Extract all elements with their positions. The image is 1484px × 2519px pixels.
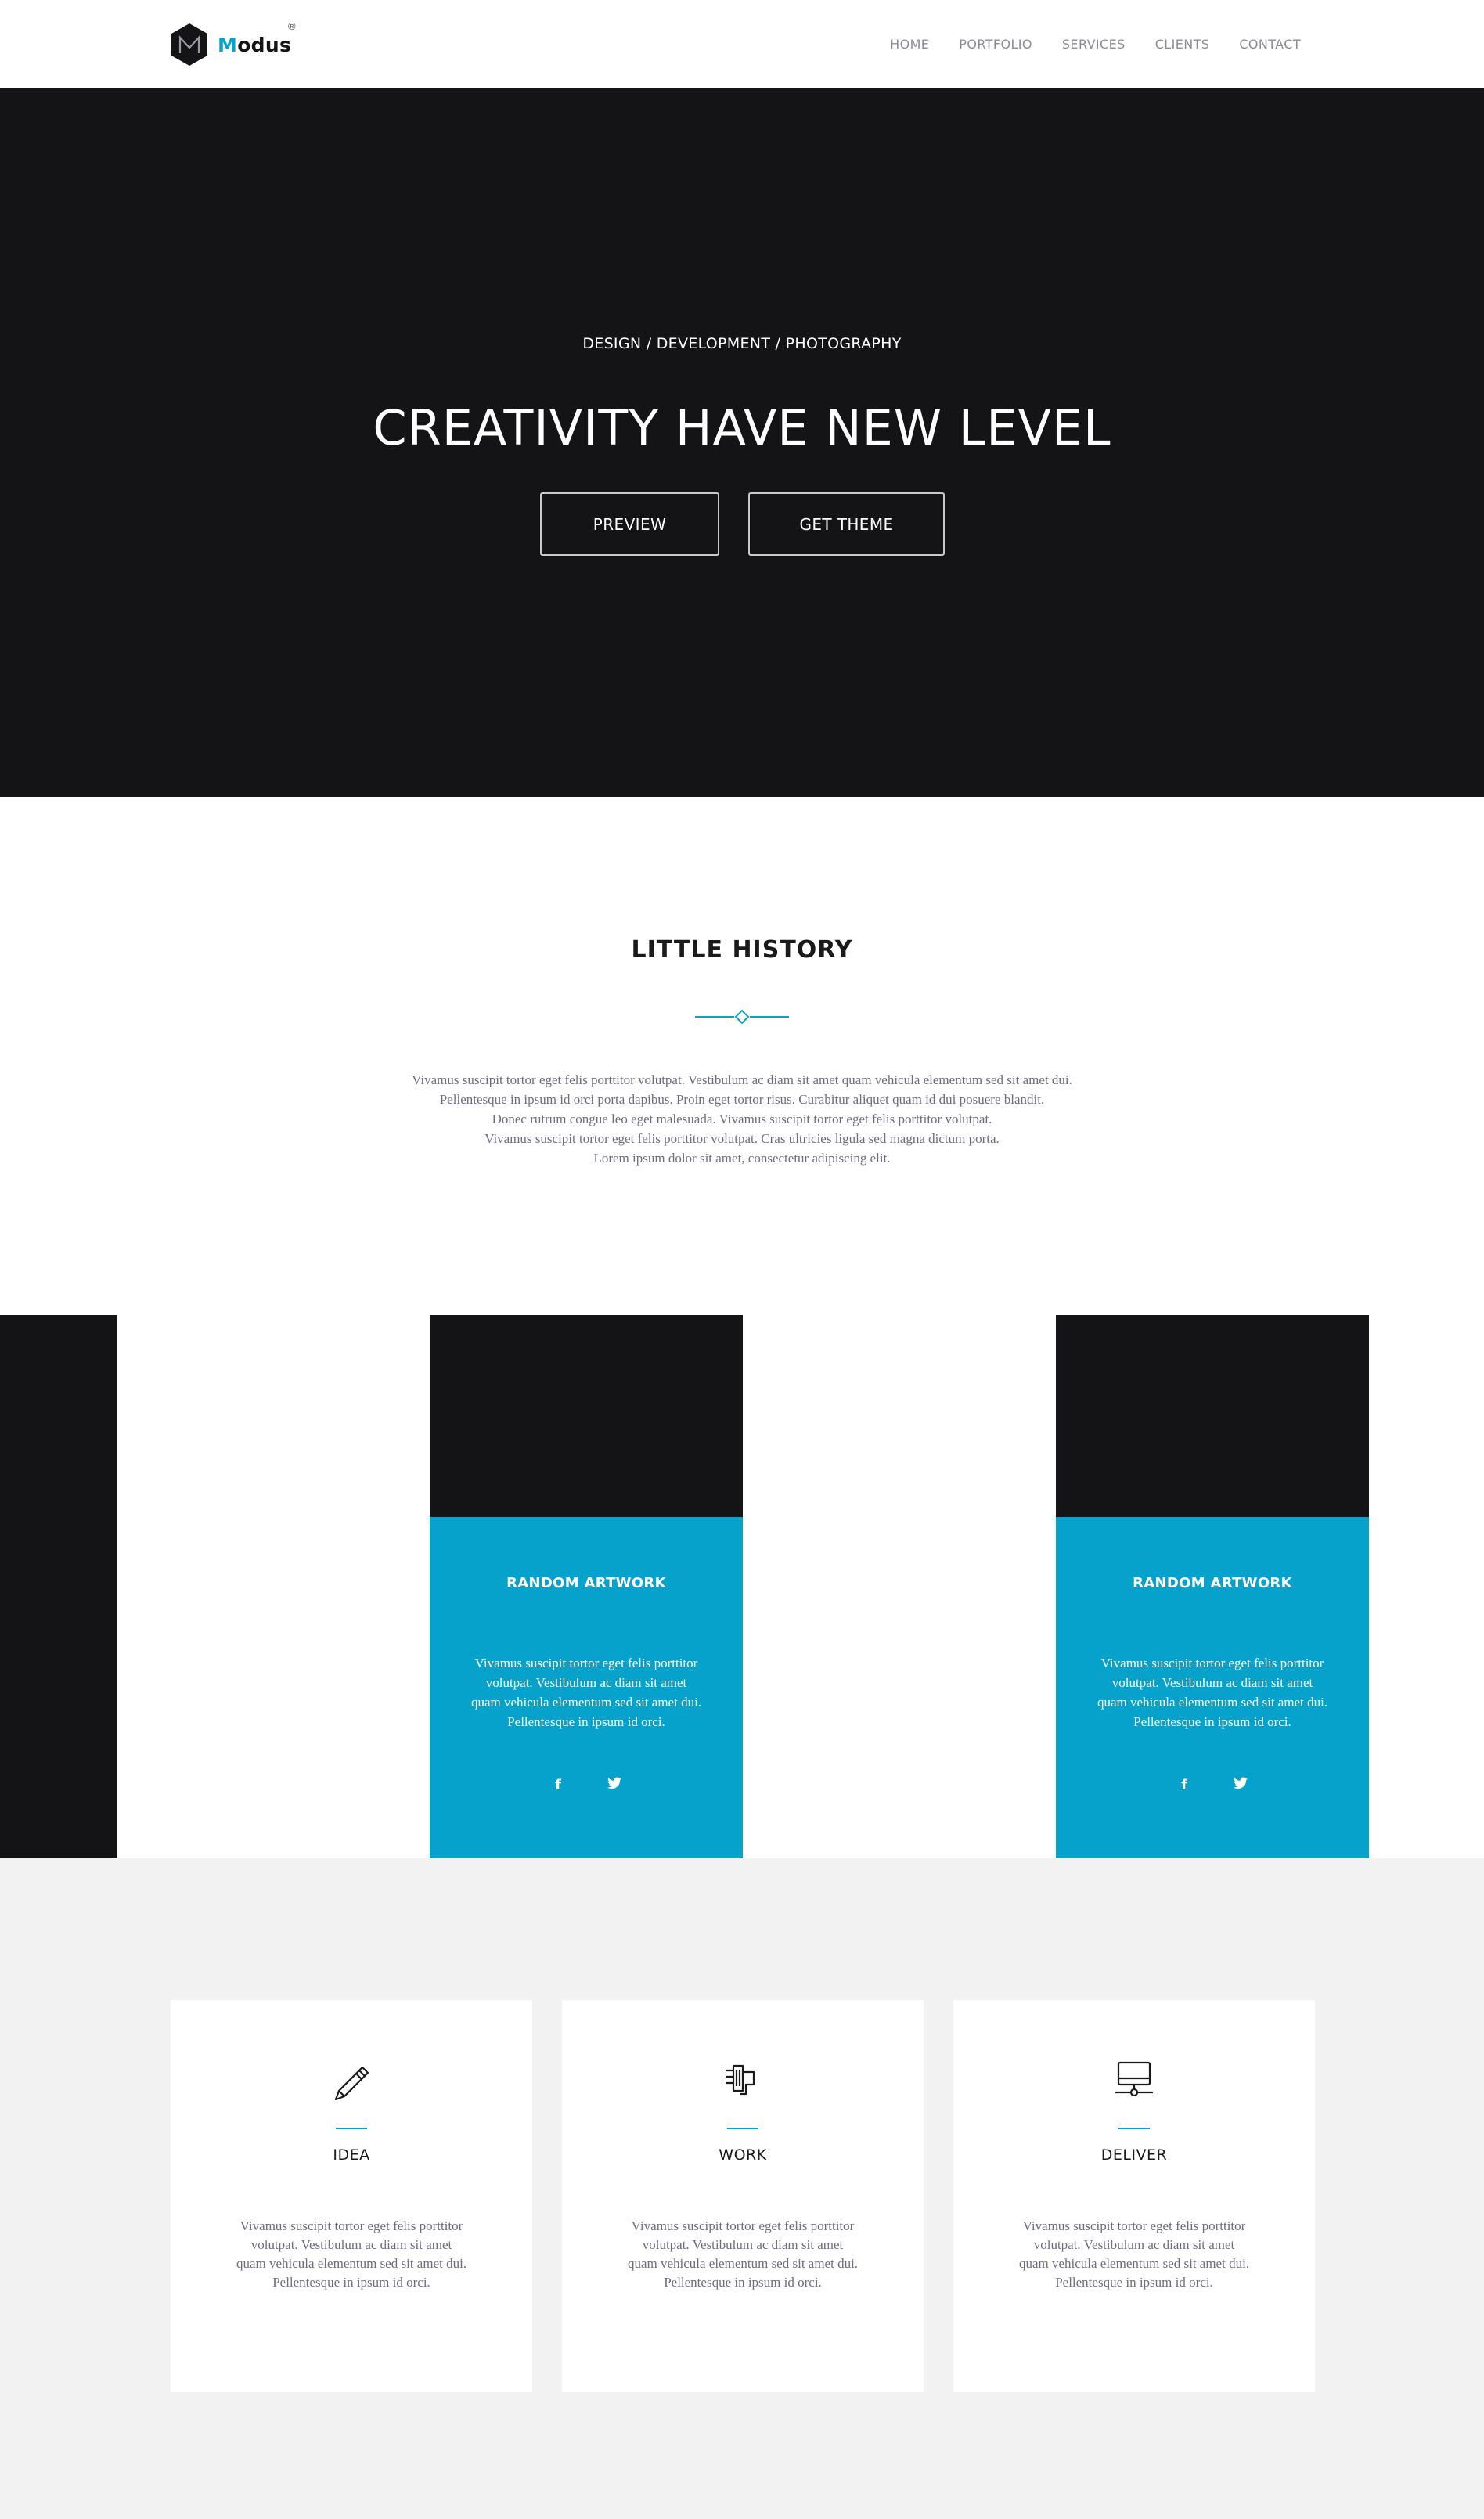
service-text-line: Pellentesque in ipsum id orci.: [272, 2275, 430, 2290]
nav-portfolio[interactable]: PORTFOLIO: [959, 37, 1032, 52]
history-line: Lorem ipsum dolor sit amet, consectetur …: [593, 1151, 891, 1166]
history-title: LITTLE HISTORY: [631, 936, 853, 964]
hero-section: DESIGN / DEVELOPMENT / PHOTOGRAPHY CREAT…: [0, 88, 1484, 797]
get-theme-button[interactable]: GET THEME: [748, 492, 945, 556]
diamond-divider-icon: [695, 1009, 789, 1025]
history-paragraph: Vivamus suscipit tortor eget felis portt…: [351, 1070, 1133, 1168]
card-text-line: quam vehicula elementum sed sit amet dui…: [470, 1695, 702, 1710]
service-card-idea: IDEA Vivamus suscipit tortor eget felis …: [171, 2000, 532, 2392]
hero-subtitle: DESIGN / DEVELOPMENT / PHOTOGRAPHY: [582, 335, 902, 352]
portfolio-image: [1056, 1315, 1369, 1517]
service-card-deliver: DELIVER Vivamus suscipit tortor eget fel…: [953, 2000, 1315, 2392]
service-title: DELIVER: [1100, 2146, 1168, 2164]
hero-title: CREATIVITY HAVE NEW LEVEL: [373, 399, 1111, 456]
service-text-line: quam vehicula elementum sed sit amet dui…: [236, 2256, 467, 2271]
service-text-line: quam vehicula elementum sed sit amet dui…: [627, 2256, 859, 2271]
portfolio-card-title: RANDOM ARTWORK: [506, 1575, 666, 1591]
service-text: Vivamus suscipit tortor eget felis portt…: [218, 2217, 485, 2292]
portfolio-card[interactable]: RANDOM ARTWORK Vivamus suscipit tortor e…: [430, 1315, 743, 1858]
brand-logo[interactable]: Modus ®: [169, 20, 296, 67]
service-text-line: volutpat. Vestibulum ac diam sit amet: [1033, 2237, 1235, 2252]
service-title: WORK: [719, 2146, 767, 2164]
card-text-line: Vivamus suscipit tortor eget felis portt…: [1100, 1656, 1324, 1670]
service-text-line: Pellentesque in ipsum id orci.: [1055, 2275, 1213, 2290]
accent-divider: [727, 2128, 758, 2129]
main-menu: HOME PORTFOLIO SERVICES CLIENTS CONTACT: [890, 0, 1301, 88]
brand-name: Modus: [218, 33, 292, 56]
portfolio-image: [430, 1315, 743, 1517]
service-text-line: Vivamus suscipit tortor eget felis portt…: [631, 2218, 855, 2233]
card-text-line: Vivamus suscipit tortor eget felis portt…: [474, 1656, 698, 1670]
service-text-line: quam vehicula elementum sed sit amet dui…: [1018, 2256, 1250, 2271]
portfolio-card-text: Vivamus suscipit tortor eget felis portt…: [453, 1653, 719, 1732]
portfolio-card[interactable]: RANDOM ARTWORK Vivamus suscipit tortor e…: [1056, 1315, 1369, 1858]
service-text-line: volutpat. Vestibulum ac diam sit amet: [250, 2237, 452, 2252]
card-text-line: Pellentesque in ipsum id orci.: [1133, 1714, 1291, 1729]
service-text-line: Vivamus suscipit tortor eget felis portt…: [240, 2218, 463, 2233]
monitor-network-icon: [1115, 2061, 1153, 2097]
nav-home[interactable]: HOME: [890, 37, 929, 52]
social-links: f: [430, 1777, 743, 1793]
service-text-line: Vivamus suscipit tortor eget felis portt…: [1022, 2218, 1246, 2233]
card-text-line: volutpat. Vestibulum ac diam sit amet: [485, 1675, 687, 1690]
portfolio-card-body: RANDOM ARTWORK Vivamus suscipit tortor e…: [1056, 1517, 1369, 1858]
facebook-icon[interactable]: f: [1176, 1777, 1192, 1793]
nav-services[interactable]: SERVICES: [1062, 37, 1126, 52]
hexagon-logo-icon: [171, 23, 207, 66]
facebook-icon[interactable]: f: [550, 1777, 566, 1793]
card-text-line: volutpat. Vestibulum ac diam sit amet: [1111, 1675, 1313, 1690]
card-text-line: Pellentesque in ipsum id orci.: [507, 1714, 665, 1729]
service-text: Vivamus suscipit tortor eget felis portt…: [1000, 2217, 1268, 2292]
portfolio-card-text: Vivamus suscipit tortor eget felis portt…: [1079, 1653, 1345, 1732]
portfolio-image-partial: [0, 1315, 117, 1858]
twitter-icon[interactable]: [1233, 1777, 1248, 1793]
history-line: Vivamus suscipit tortor eget felis portt…: [412, 1072, 1072, 1087]
portfolio-card-title: RANDOM ARTWORK: [1133, 1575, 1292, 1591]
service-text-line: Pellentesque in ipsum id orci.: [664, 2275, 822, 2290]
top-navbar: Modus ® HOME PORTFOLIO SERVICES CLIENTS …: [0, 0, 1484, 88]
card-text-line: quam vehicula elementum sed sit amet dui…: [1097, 1695, 1328, 1710]
history-line: Donec rutrum congue leo eget malesuada. …: [492, 1112, 992, 1126]
history-line: Vivamus suscipit tortor eget felis portt…: [484, 1131, 1000, 1146]
portfolio-card-body: RANDOM ARTWORK Vivamus suscipit tortor e…: [430, 1517, 743, 1858]
nav-clients[interactable]: CLIENTS: [1155, 37, 1210, 52]
registered-mark: ®: [288, 20, 296, 32]
pencil-icon: [334, 2066, 369, 2101]
service-card-work: WORK Vivamus suscipit tortor eget felis …: [562, 2000, 924, 2392]
preview-button[interactable]: PREVIEW: [540, 492, 719, 556]
service-text: Vivamus suscipit tortor eget felis portt…: [609, 2217, 877, 2292]
accent-divider: [336, 2128, 367, 2129]
service-title: IDEA: [333, 2146, 370, 2164]
history-line: Pellentesque in ipsum id orci porta dapi…: [439, 1092, 1045, 1107]
twitter-icon[interactable]: [607, 1777, 622, 1793]
plug-icon: [726, 2064, 755, 2096]
social-links: f: [1056, 1777, 1369, 1793]
nav-contact[interactable]: CONTACT: [1239, 37, 1301, 52]
service-text-line: volutpat. Vestibulum ac diam sit amet: [642, 2237, 844, 2252]
accent-divider: [1118, 2128, 1150, 2129]
